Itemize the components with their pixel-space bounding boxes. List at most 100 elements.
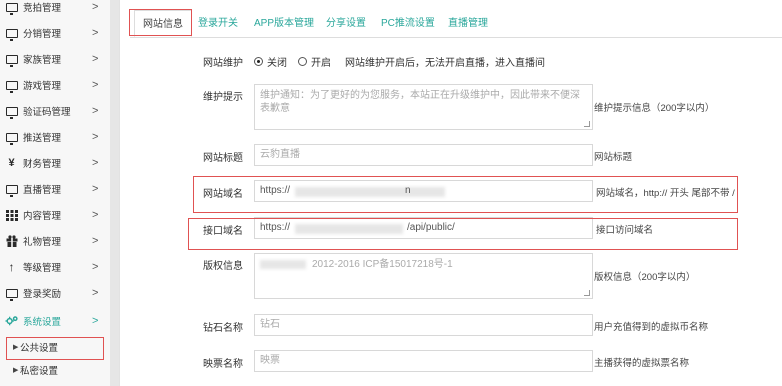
resize-grip-icon[interactable] — [584, 290, 590, 296]
sidebar-item-label: 内容管理 — [23, 211, 62, 222]
monitor-icon — [5, 287, 18, 301]
maintenance-note: 网站维护开启后，无法开启直播，进入直播间 — [345, 58, 545, 69]
sidebar-item-label: 登录奖励 — [23, 289, 62, 300]
diamond-label: 钻石名称 — [203, 323, 243, 334]
sidebar-item-content[interactable]: 内容管理 > — [0, 202, 111, 228]
sidebar-item-system-settings[interactable]: 系统设置 > — [0, 308, 111, 334]
chevron-right-icon: > — [92, 79, 99, 91]
copyright-textarea[interactable]: 2012-2016 ICP备15017218号-1 — [254, 253, 593, 299]
sidebar-item-gifts[interactable]: 礼物管理 > — [0, 228, 111, 254]
domain-input[interactable]: https:// n — [254, 180, 593, 202]
monitor-icon — [5, 53, 18, 67]
chevron-right-icon: > — [92, 183, 99, 195]
redacted-text — [260, 260, 306, 269]
api-domain-input[interactable]: https:// /api/public/ — [254, 217, 593, 239]
domain-value: https:// — [260, 185, 291, 196]
sidebar-item-label: 推送管理 — [23, 133, 62, 144]
sidebar-item-login-reward[interactable]: 登录奖励 > — [0, 280, 111, 306]
redacted-text — [295, 224, 403, 234]
radio-on-label: 开启 — [311, 58, 331, 69]
sidebar-subitem-public-settings[interactable]: ▶ 公共设置 — [0, 336, 111, 358]
tab-live-management[interactable]: 直播管理 — [448, 10, 488, 37]
sidebar-scrollbar[interactable] — [110, 0, 119, 386]
tab-pc-stream[interactable]: PC推流设置 — [381, 10, 435, 37]
chevron-right-icon: > — [92, 105, 99, 117]
domain-suffix: n — [405, 185, 411, 196]
sidebar-item-captcha[interactable]: 验证码管理 > — [0, 98, 111, 124]
sidebar-item-finance[interactable]: ¥ 财务管理 > — [0, 150, 111, 176]
api-value: https:// — [260, 222, 291, 233]
sidebar-item-label: 系统设置 — [23, 317, 62, 328]
tab-login-switch[interactable]: 登录开关 — [198, 10, 238, 37]
tab-app-version[interactable]: APP版本管理 — [254, 10, 314, 37]
sidebar-item-label: 礼物管理 — [23, 237, 62, 248]
sidebar-item-push[interactable]: 推送管理 > — [0, 124, 111, 150]
sidebar-item-label: 家族管理 — [23, 55, 62, 66]
grid-icon — [5, 209, 18, 222]
sidebar-item-label: 直播管理 — [23, 185, 62, 196]
sidebar-item-label: 验证码管理 — [23, 107, 71, 118]
title-label: 网站标题 — [203, 153, 243, 164]
api-label: 接口域名 — [203, 226, 243, 237]
resize-grip-icon[interactable] — [584, 121, 590, 127]
tab-divider — [130, 37, 782, 38]
sidebar-item-live[interactable]: 直播管理 > — [0, 176, 111, 202]
maintenance-label: 网站维护 — [203, 58, 243, 69]
sidebar-item-label: 竞拍管理 — [23, 3, 62, 14]
tip-help: 维护提示信息（200字以内） — [594, 103, 715, 114]
site-title-input[interactable]: 云豹直播 — [254, 144, 593, 166]
copyright-label: 版权信息 — [203, 261, 243, 272]
copyright-value: 2012-2016 ICP备15017218号-1 — [312, 259, 453, 270]
caret-right-icon: ▶ — [13, 367, 19, 374]
radio-off-label: 关闭 — [267, 58, 287, 69]
sidebar-item-label: 分销管理 — [23, 29, 62, 40]
sidebar-item-label: 财务管理 — [23, 159, 62, 170]
tip-label: 维护提示 — [203, 92, 243, 103]
monitor-icon — [5, 1, 18, 15]
gift-icon — [5, 235, 18, 248]
yen-icon: ¥ — [8, 157, 15, 169]
gears-icon — [5, 315, 18, 328]
caret-right-icon: ▶ — [13, 344, 19, 351]
chevron-right-icon: > — [92, 209, 99, 221]
chevron-right-icon: > — [92, 131, 99, 143]
radio-on[interactable] — [298, 57, 307, 66]
redacted-text — [295, 187, 445, 197]
chevron-right-icon: > — [92, 287, 99, 299]
tip-textarea[interactable]: 维护通知：为了更好的为您服务，本站正在升级维护中，因此带来不便深表歉意 — [254, 84, 593, 130]
monitor-icon — [5, 105, 18, 119]
sidebar-item-games[interactable]: 游戏管理 > — [0, 72, 111, 98]
ticket-help: 主播获得的虚拟票名称 — [594, 358, 690, 369]
api-help: 接口访问域名 — [596, 225, 654, 236]
monitor-icon — [5, 183, 18, 197]
sidebar-item-levels[interactable]: ↑ 等级管理 > — [0, 254, 111, 280]
tab-site-info[interactable]: 网站信息 — [134, 10, 192, 37]
diamond-name-input[interactable]: 钻石 — [254, 314, 593, 336]
ticket-label: 映票名称 — [203, 359, 243, 370]
maintenance-radio-group: 关闭 开启 网站维护开启后，无法开启直播，进入直播间 — [254, 54, 545, 69]
api-suffix: /api/public/ — [407, 222, 455, 233]
monitor-icon — [5, 131, 18, 145]
chevron-right-icon: > — [92, 53, 99, 65]
domain-help: 网站域名，http:// 开头 尾部不带 / — [596, 188, 735, 199]
chevron-right-icon: > — [92, 1, 99, 13]
sidebar-subitem-private-settings[interactable]: ▶ 私密设置 — [0, 359, 111, 381]
copyright-help: 版权信息（200字以内） — [594, 272, 696, 283]
title-help: 网站标题 — [594, 152, 633, 163]
domain-label: 网站域名 — [203, 189, 243, 200]
chevron-right-icon: > — [92, 261, 99, 273]
sidebar-item-label: 游戏管理 — [23, 81, 62, 92]
sidebar-item-distribution[interactable]: 分销管理 > — [0, 20, 111, 46]
sidebar-subitem-label: 私密设置 — [20, 366, 59, 377]
chevron-right-icon: > — [92, 315, 99, 327]
chevron-right-icon: > — [92, 27, 99, 39]
diamond-help: 用户充值得到的虚拟币名称 — [594, 322, 709, 333]
chevron-right-icon: > — [92, 157, 99, 169]
sidebar-item-auction[interactable]: 竞拍管理 > — [0, 0, 111, 20]
tab-share-settings[interactable]: 分享设置 — [326, 10, 366, 37]
ticket-name-input[interactable]: 映票 — [254, 350, 593, 372]
monitor-icon — [5, 27, 18, 41]
sidebar-item-family[interactable]: 家族管理 > — [0, 46, 111, 72]
sidebar: 竞拍管理 > 分销管理 > 家族管理 > 游戏管理 > 验证码管理 > 推送管理… — [0, 0, 120, 386]
radio-off[interactable] — [254, 57, 263, 66]
